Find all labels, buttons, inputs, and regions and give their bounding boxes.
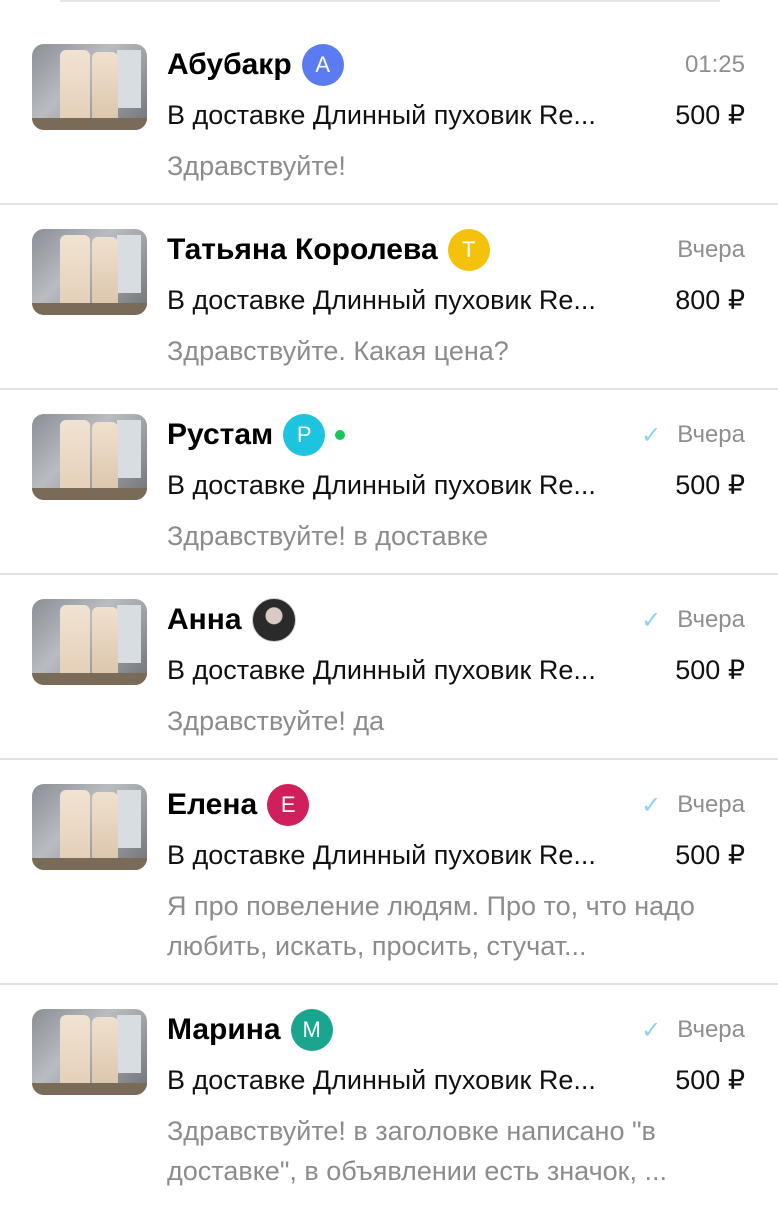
chat-item-anna[interactable]: Анна ✓ Вчера В доставке Длинный пуховик …	[0, 575, 778, 760]
item-title: В доставке Длинный пуховик Re...	[167, 654, 596, 685]
item-thumbnail	[32, 784, 147, 870]
chat-item-abubakr[interactable]: Абубакр A 01:25 В доставке Длинный пухов…	[0, 20, 778, 205]
read-check-icon: ✓	[641, 606, 662, 634]
item-thumbnail	[32, 44, 147, 130]
chat-meta: Вчера	[677, 233, 745, 267]
contact-name: Татьяна Королева	[167, 233, 438, 266]
item-price: 500 ₽	[675, 99, 745, 130]
item-title: В доставке Длинный пуховик Re...	[167, 839, 596, 870]
item-thumbnail	[32, 1009, 147, 1095]
item-thumbnail	[32, 599, 147, 685]
item-thumbnail	[32, 229, 147, 315]
item-title: В доставке Длинный пуховик Re...	[167, 1064, 596, 1095]
item-title: В доставке Длинный пуховик Re...	[167, 99, 596, 130]
item-row: В доставке Длинный пуховик Re... 500 ₽	[167, 650, 745, 690]
chat-time: 01:25	[684, 51, 745, 78]
item-price: 500 ₽	[675, 839, 745, 870]
chat-item-marina[interactable]: Марина M ✓ Вчера В доставке Длинный пухо…	[0, 985, 778, 1210]
item-row: В доставке Длинный пуховик Re... 500 ₽	[167, 835, 745, 875]
last-message: Здравствуйте! да	[167, 706, 385, 736]
chat-time: Вчера	[677, 236, 745, 263]
contact-name: Марина	[167, 1013, 281, 1046]
item-title: В доставке Длинный пуховик Re...	[167, 469, 596, 500]
item-row: В доставке Длинный пуховик Re... 500 ₽	[167, 465, 745, 505]
chat-meta: ✓ Вчера	[641, 1013, 745, 1047]
chat-time: Вчера	[677, 1016, 745, 1043]
chat-header: Татьяна Королева T	[167, 227, 490, 273]
chat-meta: ✓ Вчера	[641, 418, 745, 452]
chat-meta: ✓ Вчера	[641, 603, 745, 637]
item-price: 500 ₽	[675, 469, 745, 500]
read-check-icon: ✓	[641, 421, 662, 449]
chat-time: Вчера	[677, 421, 745, 448]
item-title: В доставке Длинный пуховик Re...	[167, 284, 596, 315]
contact-name: Рустам	[167, 418, 274, 451]
chat-meta: ✓ Вчера	[641, 788, 745, 822]
contact-name: Анна	[167, 603, 242, 636]
chat-header: Абубакр A	[167, 42, 344, 88]
chat-header: Анна	[167, 597, 296, 643]
avatar-badge: T	[447, 229, 490, 271]
avatar	[251, 598, 296, 642]
avatar-badge: M	[290, 1009, 333, 1051]
chat-list: Абубакр A 01:25 В доставке Длинный пухов…	[0, 20, 778, 1210]
avatar-badge: E	[267, 784, 310, 826]
last-message: Я про повеление людям. Про то, что надо …	[167, 891, 695, 961]
chat-item-tatyana[interactable]: Татьяна Королева T Вчера В доставке Длин…	[0, 205, 778, 390]
read-check-icon: ✓	[641, 791, 662, 819]
chat-item-elena[interactable]: Елена E ✓ Вчера В доставке Длинный пухов…	[0, 760, 778, 985]
chat-header: Елена E	[167, 782, 310, 828]
avatar-badge: A	[301, 44, 344, 86]
item-price: 500 ₽	[675, 1064, 745, 1095]
last-message: Здравствуйте! в заголовке написано "в до…	[167, 1116, 667, 1186]
last-message: Здравствуйте. Какая цена?	[167, 336, 509, 366]
item-row: В доставке Длинный пуховик Re... 500 ₽	[167, 95, 745, 135]
chat-header: Рустам P	[167, 412, 346, 458]
item-price: 800 ₽	[675, 284, 745, 315]
contact-name: Абубакр	[167, 48, 292, 81]
last-message: Здравствуйте!	[167, 151, 346, 181]
last-message: Здравствуйте! в доставке	[167, 521, 489, 551]
item-row: В доставке Длинный пуховик Re... 800 ₽	[167, 280, 745, 320]
chat-item-rustam[interactable]: Рустам P ✓ Вчера В доставке Длинный пухо…	[0, 390, 778, 575]
read-check-icon: ✓	[641, 1016, 662, 1044]
avatar-badge: P	[283, 414, 326, 456]
chat-header: Марина M	[167, 1007, 333, 1053]
online-indicator-icon	[335, 430, 346, 440]
top-divider	[60, 0, 720, 2]
item-thumbnail	[32, 414, 147, 500]
contact-name: Елена	[167, 788, 258, 821]
chat-time: Вчера	[677, 606, 745, 633]
item-price: 500 ₽	[675, 654, 745, 685]
item-row: В доставке Длинный пуховик Re... 500 ₽	[167, 1060, 745, 1100]
chat-time: Вчера	[677, 791, 745, 818]
chat-meta: 01:25	[685, 48, 745, 82]
